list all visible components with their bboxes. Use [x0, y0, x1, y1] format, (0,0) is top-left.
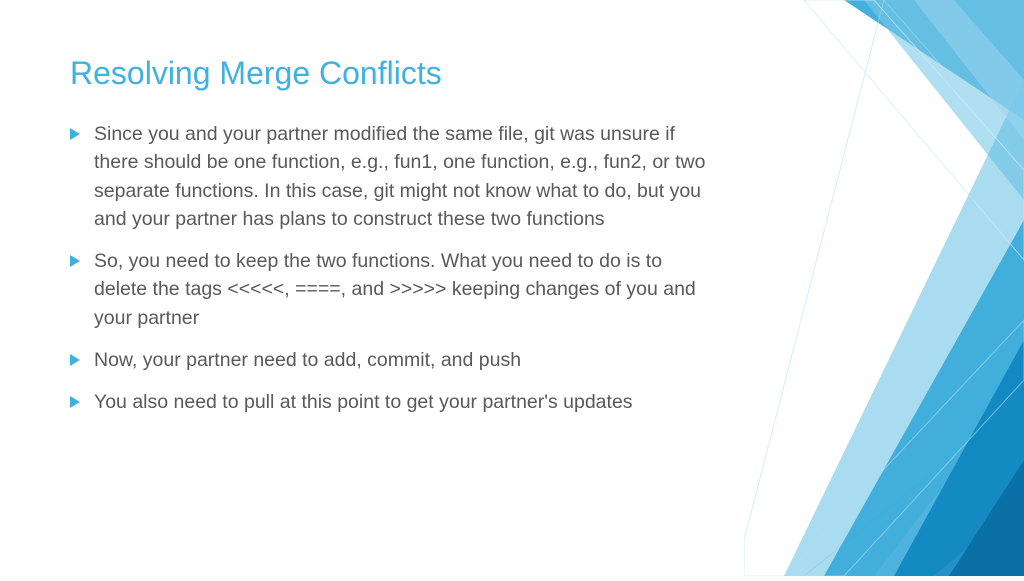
- bullet-item: Now, your partner need to add, commit, a…: [70, 346, 720, 374]
- bullet-item: Since you and your partner modified the …: [70, 120, 720, 233]
- bullet-marker-icon: [70, 255, 80, 267]
- bullet-item: You also need to pull at this point to g…: [70, 388, 720, 416]
- bullet-text: So, you need to keep the two functions. …: [94, 247, 720, 332]
- bullet-marker-icon: [70, 354, 80, 366]
- bullet-text: You also need to pull at this point to g…: [94, 388, 720, 416]
- bullet-text: Since you and your partner modified the …: [94, 120, 720, 233]
- bullet-list: Since you and your partner modified the …: [70, 120, 720, 416]
- bullet-text: Now, your partner need to add, commit, a…: [94, 346, 720, 374]
- bullet-marker-icon: [70, 396, 80, 408]
- bullet-marker-icon: [70, 128, 80, 140]
- slide-content: Resolving Merge Conflicts Since you and …: [0, 0, 780, 460]
- bullet-item: So, you need to keep the two functions. …: [70, 247, 720, 332]
- background-decoration: [744, 0, 1024, 576]
- slide-title: Resolving Merge Conflicts: [70, 55, 720, 92]
